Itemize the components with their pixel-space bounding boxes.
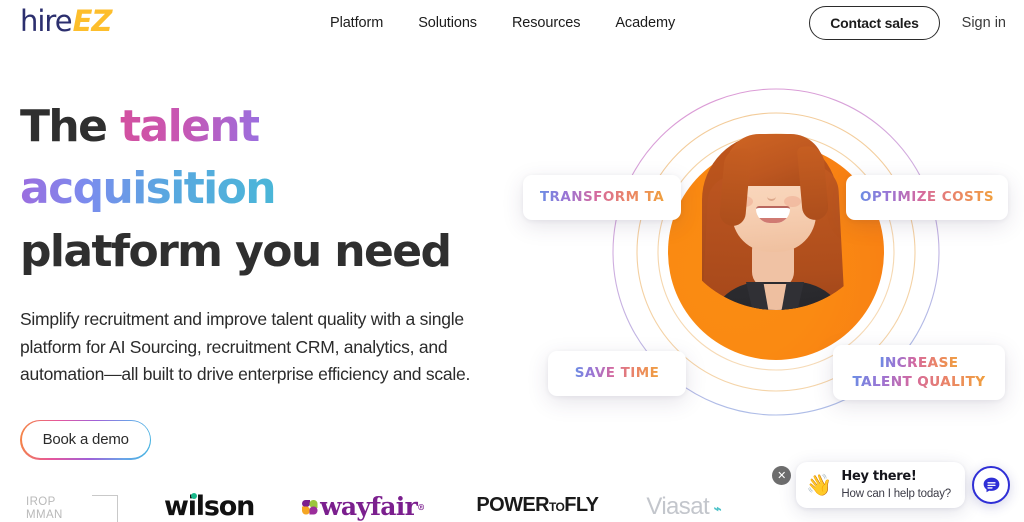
site-header: hire EZ Platform Solutions Resources Acad… — [0, 0, 1024, 46]
client-logo-wilson: wilson — [112, 482, 255, 522]
benefit-chip-line1: INCREASE — [879, 354, 959, 371]
nav-item-academy[interactable]: Academy — [615, 15, 675, 31]
brand-logo-primary: hire — [20, 4, 73, 38]
header-actions: Contact sales Sign in — [809, 0, 1006, 46]
chat-greeting-title: Hey there! — [841, 469, 917, 485]
chat-greeting-subtitle: How can I help today? — [841, 487, 951, 500]
benefit-chip-transform-ta-label: TRANSFORM TA — [539, 189, 665, 206]
page-title: The talent acquisition platform you need — [20, 96, 520, 283]
sign-in-link[interactable]: Sign in — [962, 15, 1006, 31]
client-logo-wayfair: wayfair ® — [254, 482, 425, 522]
hero-subtext: Simplify recruitment and improve talent … — [20, 309, 471, 385]
chat-widget: ✕ 👋 Hey there! How can I help today? — [772, 462, 1010, 508]
client-logo-northrop-grumman: IROP MMAN — [18, 482, 118, 522]
nav-item-solutions[interactable]: Solutions — [418, 15, 477, 31]
benefit-chip-increase-talent-quality-label: INCREASE TALENT QUALITY — [852, 354, 985, 391]
book-demo-button[interactable]: Book a demo — [21, 421, 150, 459]
chat-launcher-button[interactable] — [972, 466, 1010, 505]
benefit-chip-optimize-costs-label: OPTIMIZE COSTS — [859, 189, 995, 206]
viasat-swoosh-icon: ⌁ — [713, 501, 722, 516]
powertofly-text1: POWER — [476, 494, 549, 516]
headline-line1-plain: The — [20, 101, 121, 152]
chat-bubble-icon — [983, 477, 999, 492]
benefit-chip-increase-talent-quality: INCREASE TALENT QUALITY — [833, 345, 1005, 400]
client-logo-viasat: Viasat ⌁ — [598, 482, 721, 522]
client-logo-powertofly: POWERTOFLY — [424, 482, 599, 522]
hirez-landing-page: hire EZ Platform Solutions Resources Acad… — [0, 0, 1024, 522]
nav-item-platform[interactable]: Platform — [330, 15, 383, 31]
nav-item-resources[interactable]: Resources — [512, 15, 581, 31]
brand-logo[interactable]: hire EZ — [20, 4, 113, 38]
benefit-chip-optimize-costs: OPTIMIZE COSTS — [846, 175, 1008, 220]
hero-copy: The talent acquisition platform you need… — [20, 96, 520, 460]
benefit-chip-transform-ta: TRANSFORM TA — [523, 175, 681, 220]
viasat-logo-text: Viasat — [646, 493, 710, 520]
benefit-chip-save-time: SAVE TIME — [548, 351, 686, 396]
contact-sales-button[interactable]: Contact sales — [809, 6, 940, 40]
benefit-chip-save-time-label: SAVE TIME — [574, 365, 660, 382]
close-icon[interactable]: ✕ — [772, 465, 792, 485]
wilson-dot-icon — [191, 493, 197, 499]
wilson-logo-text: wilson — [164, 491, 255, 522]
waving-hand-icon: 👋 — [806, 473, 833, 497]
northrop-bracket-icon — [92, 495, 118, 522]
wayfair-logo-text: wayfair — [320, 492, 418, 521]
hero-visual — [560, 86, 1024, 486]
main-navigation: Platform Solutions Resources Academy — [330, 0, 675, 46]
benefit-chip-line2: TALENT QUALITY — [852, 373, 986, 390]
brand-logo-accent: EZ — [72, 4, 113, 38]
powertofly-text2: FLY — [564, 494, 599, 516]
powertofly-to: TO — [548, 500, 565, 514]
headline-line2: platform you need — [20, 225, 452, 277]
wayfair-trademark: ® — [417, 502, 425, 512]
wayfair-flower-icon — [302, 499, 318, 515]
book-demo-button-border: Book a demo — [20, 419, 152, 460]
chat-greeting-bubble[interactable]: 👋 Hey there! How can I help today? — [796, 462, 965, 508]
